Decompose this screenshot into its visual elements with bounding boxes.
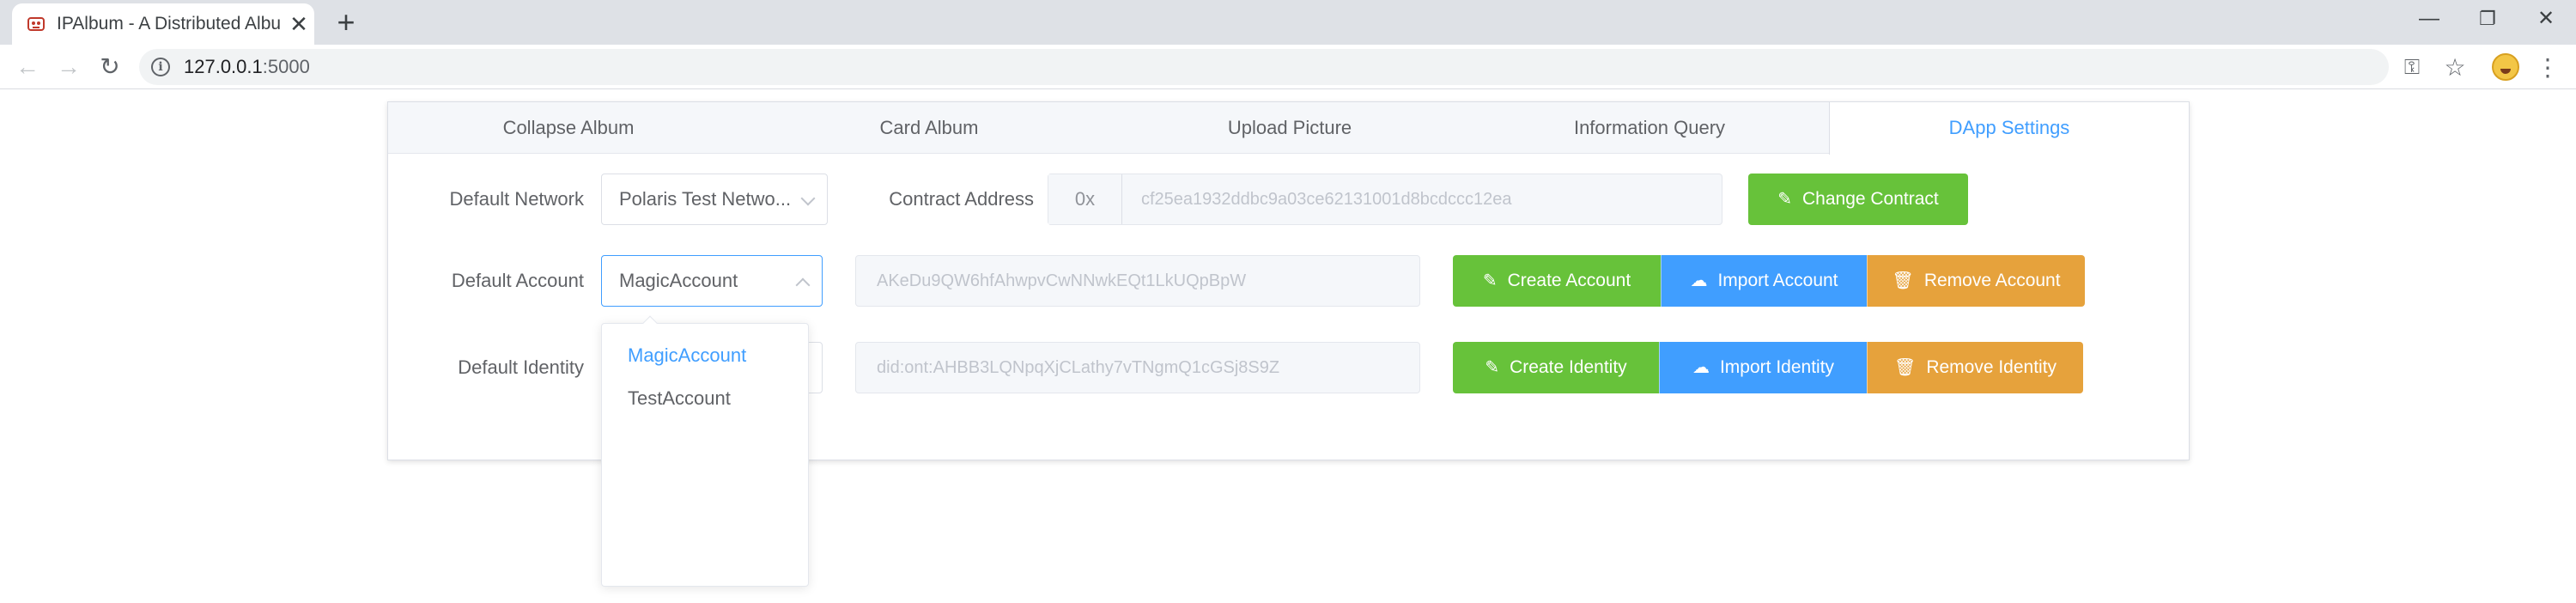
app-tabs-bar: Collapse Album Card Album Upload Picture… [388, 102, 2189, 155]
account-address-input: AKeDu9QW6hfAhwpvCwNNwkEQt1LkUQpBpW [855, 255, 1420, 307]
dropdown-option-testaccount[interactable]: TestAccount [602, 377, 808, 420]
url-port: :5000 [262, 56, 310, 77]
info-icon[interactable]: i [151, 58, 170, 76]
network-select[interactable]: Polaris Test Netwo... [601, 174, 828, 225]
ipalbum-favicon-icon [27, 17, 45, 31]
network-select-value: Polaris Test Netwo... [619, 188, 792, 210]
tab-information-query[interactable]: Information Query [1470, 102, 1829, 154]
browser-tab-title: IPAlbum - A Distributed Album [57, 14, 280, 34]
star-icon[interactable]: ☆ [2440, 53, 2470, 82]
address-bar[interactable]: i 127.0.0.1:5000 [139, 49, 2389, 85]
back-arrow-icon[interactable]: ← [12, 52, 43, 82]
url-text: 127.0.0.1:5000 [184, 49, 310, 85]
kebab-menu-icon[interactable]: ⋮ [2533, 53, 2562, 82]
change-contract-button[interactable]: ✎ Change Contract [1748, 174, 1968, 225]
forward-arrow-icon[interactable]: → [53, 52, 84, 82]
edit-icon: ✎ [1777, 190, 1792, 209]
account-address-value: AKeDu9QW6hfAhwpvCwNNwkEQt1LkUQpBpW [877, 271, 1247, 290]
tab-close-icon[interactable]: ✕ [287, 12, 311, 36]
trash-icon: 🗑 [1892, 271, 1914, 290]
chevron-up-icon [795, 277, 811, 293]
upload-cloud-icon: ☁ [1692, 358, 1710, 377]
default-account-label: Default Account [451, 270, 584, 291]
import-identity-button[interactable]: ☁ Import Identity [1659, 342, 1867, 393]
new-tab-button[interactable]: + [331, 7, 361, 38]
edit-icon: ✎ [1485, 358, 1500, 377]
tab-card-album[interactable]: Card Album [749, 102, 1109, 154]
contract-address-value: cf25ea1932ddbc9a03ce62131001d8bcdccc12ea [1141, 190, 1512, 209]
key-icon[interactable]: ⚿ [2399, 55, 2425, 81]
account-select[interactable]: MagicAccount [601, 255, 823, 307]
default-network-label: Default Network [449, 188, 584, 210]
chevron-down-icon [800, 191, 816, 206]
tab-dapp-settings[interactable]: DApp Settings [1829, 102, 2189, 155]
trash-icon: 🗑 [1893, 358, 1917, 377]
window-close-button[interactable]: ✕ [2516, 0, 2576, 38]
reload-icon[interactable]: ↻ [94, 52, 125, 82]
tab-collapse-album[interactable]: Collapse Album [388, 102, 749, 154]
dropdown-option-magicaccount[interactable]: MagicAccount [602, 334, 808, 377]
default-identity-label: Default Identity [458, 356, 584, 378]
browser-tab[interactable]: IPAlbum - A Distributed Album ✕ [12, 3, 314, 45]
identity-ontid-input: did:ont:AHBB3LQNpqXjCLathy7vTNgmQ1cGSj8S… [855, 342, 1420, 393]
tab-upload-picture[interactable]: Upload Picture [1109, 102, 1470, 154]
account-select-value: MagicAccount [619, 270, 738, 291]
profile-avatar[interactable] [2492, 53, 2519, 81]
window-minimize-button[interactable]: — [2399, 0, 2459, 38]
create-identity-button[interactable]: ✎ Create Identity [1453, 342, 1659, 393]
contract-address-input: 0x cf25ea1932ddbc9a03ce62131001d8bcdccc1… [1048, 174, 1722, 225]
browser-toolbar: ← → ↻ i 127.0.0.1:5000 [0, 45, 2576, 89]
upload-cloud-icon: ☁ [1690, 271, 1708, 290]
contract-prefix: 0x [1048, 174, 1122, 224]
account-dropdown: MagicAccount TestAccount [601, 315, 809, 587]
browser-tabstrip: IPAlbum - A Distributed Album ✕ + — ❐ ✕ [0, 0, 2576, 45]
url-host: 127.0.0.1 [184, 56, 263, 77]
identity-ontid-value: did:ont:AHBB3LQNpqXjCLathy7vTNgmQ1cGSj8S… [877, 358, 1280, 377]
remove-account-button[interactable]: 🗑 Remove Account [1867, 255, 2085, 307]
edit-icon: ✎ [1482, 271, 1498, 290]
window-restore-button[interactable]: ❐ [2458, 0, 2518, 38]
import-account-button[interactable]: ☁ Import Account [1661, 255, 1867, 307]
contract-address-label: Contract Address [889, 188, 1034, 210]
create-account-button[interactable]: ✎ Create Account [1453, 255, 1661, 307]
remove-identity-button[interactable]: 🗑 Remove Identity [1867, 342, 2083, 393]
